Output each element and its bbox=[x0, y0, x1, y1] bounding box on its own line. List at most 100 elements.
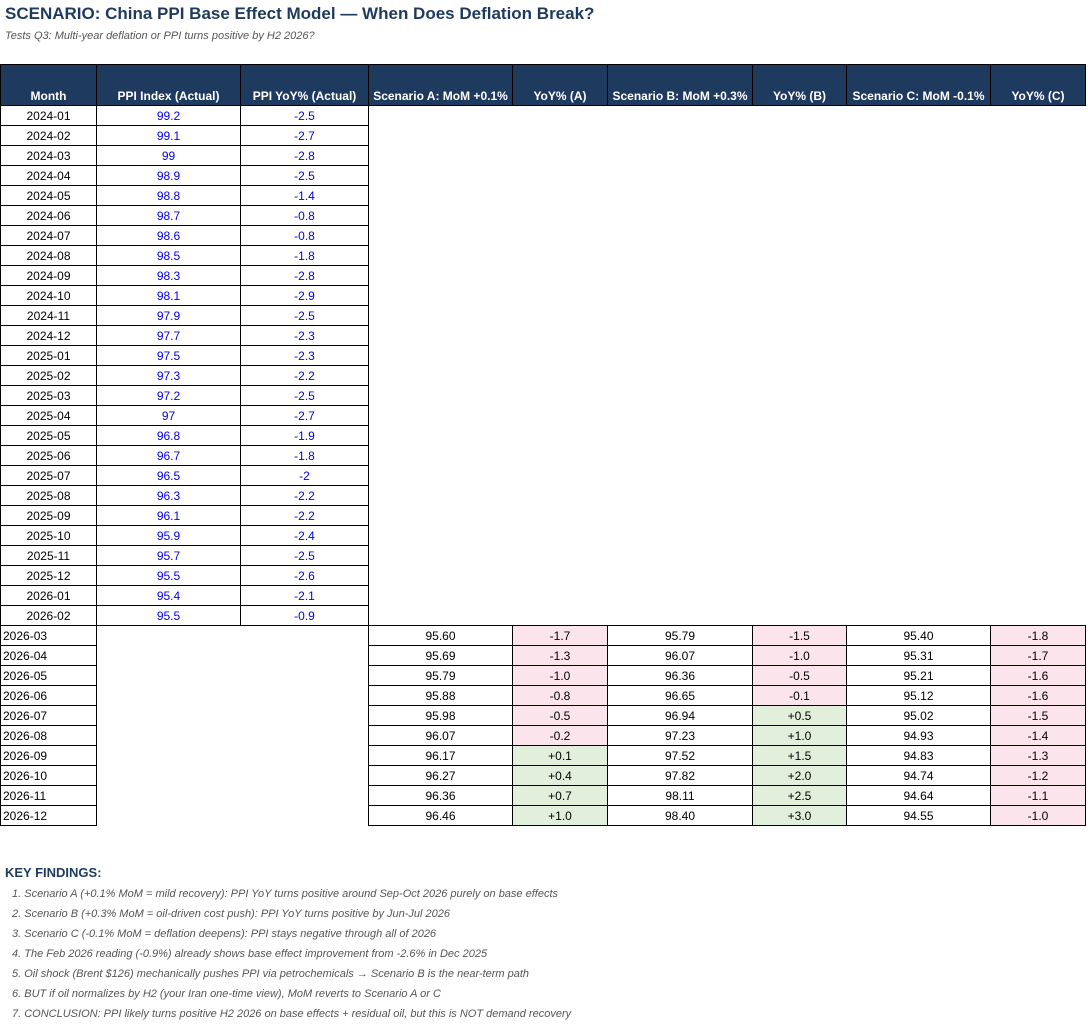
cell-ppi-index[interactable]: 97.7 bbox=[96, 325, 241, 346]
cell-yoy-b[interactable]: +3.0 bbox=[752, 805, 847, 826]
cell-ppi-yoy[interactable]: -2.5 bbox=[240, 165, 369, 186]
cell-ppi-yoy[interactable]: -2.3 bbox=[240, 325, 369, 346]
cell-scenario-c[interactable]: 95.02 bbox=[846, 705, 991, 726]
cell-ppi-index[interactable]: 95.9 bbox=[96, 525, 241, 546]
header-scenario-b[interactable]: Scenario B: MoM +0.3% bbox=[607, 64, 753, 106]
cell-ppi-yoy[interactable]: -2.5 bbox=[240, 545, 369, 566]
cell-month[interactable]: 2025-08 bbox=[0, 485, 97, 506]
cell-ppi-index[interactable]: 95.7 bbox=[96, 545, 241, 566]
cell-scenario-a[interactable]: 95.98 bbox=[368, 705, 513, 726]
cell-yoy-c[interactable]: -1.6 bbox=[990, 685, 1086, 706]
cell-scenario-b[interactable]: 98.11 bbox=[607, 785, 753, 806]
cell-scenario-b[interactable]: 97.52 bbox=[607, 745, 753, 766]
cell-ppi-index[interactable]: 95.5 bbox=[96, 605, 241, 626]
cell-month[interactable]: 2025-12 bbox=[0, 565, 97, 586]
cell-ppi-yoy[interactable]: -1.9 bbox=[240, 425, 369, 446]
cell-yoy-b[interactable]: -0.5 bbox=[752, 665, 847, 686]
cell-yoy-c[interactable]: -1.8 bbox=[990, 625, 1086, 646]
cell-month[interactable]: 2026-04 bbox=[0, 645, 97, 666]
cell-yoy-b[interactable]: +1.5 bbox=[752, 745, 847, 766]
header-yoy-c[interactable]: YoY% (C) bbox=[990, 64, 1086, 106]
cell-ppi-index[interactable]: 98.8 bbox=[96, 185, 241, 206]
header-scenario-a[interactable]: Scenario A: MoM +0.1% bbox=[368, 64, 513, 106]
cell-month[interactable]: 2026-01 bbox=[0, 585, 97, 606]
cell-month[interactable]: 2024-12 bbox=[0, 325, 97, 346]
cell-scenario-b[interactable]: 96.36 bbox=[607, 665, 753, 686]
cell-yoy-a[interactable]: +0.4 bbox=[512, 765, 608, 786]
cell-ppi-index[interactable]: 96.1 bbox=[96, 505, 241, 526]
cell-scenario-a[interactable]: 96.07 bbox=[368, 725, 513, 746]
cell-scenario-a[interactable]: 95.88 bbox=[368, 685, 513, 706]
cell-ppi-yoy[interactable]: -2.9 bbox=[240, 285, 369, 306]
cell-month[interactable]: 2026-03 bbox=[0, 625, 97, 646]
cell-ppi-index[interactable]: 95.5 bbox=[96, 565, 241, 586]
cell-yoy-b[interactable]: +2.0 bbox=[752, 765, 847, 786]
cell-ppi-index[interactable]: 97.2 bbox=[96, 385, 241, 406]
cell-yoy-c[interactable]: -1.1 bbox=[990, 785, 1086, 806]
cell-yoy-a[interactable]: -1.3 bbox=[512, 645, 608, 666]
cell-month[interactable]: 2025-09 bbox=[0, 505, 97, 526]
cell-ppi-index[interactable]: 97.9 bbox=[96, 305, 241, 326]
cell-ppi-index[interactable]: 96.5 bbox=[96, 465, 241, 486]
cell-ppi-yoy[interactable]: -2.2 bbox=[240, 485, 369, 506]
cell-ppi-index[interactable]: 98.9 bbox=[96, 165, 241, 186]
cell-month[interactable]: 2026-07 bbox=[0, 705, 97, 726]
cell-yoy-c[interactable]: -1.7 bbox=[990, 645, 1086, 666]
cell-ppi-index[interactable]: 97.3 bbox=[96, 365, 241, 386]
cell-ppi-yoy[interactable]: -1.4 bbox=[240, 185, 369, 206]
cell-month[interactable]: 2024-06 bbox=[0, 205, 97, 226]
cell-scenario-c[interactable]: 94.74 bbox=[846, 765, 991, 786]
cell-yoy-b[interactable]: -0.1 bbox=[752, 685, 847, 706]
cell-month[interactable]: 2024-02 bbox=[0, 125, 97, 146]
cell-month[interactable]: 2024-11 bbox=[0, 305, 97, 326]
cell-ppi-index[interactable]: 98.1 bbox=[96, 285, 241, 306]
cell-month[interactable]: 2024-01 bbox=[0, 105, 97, 126]
cell-ppi-yoy[interactable]: -2.3 bbox=[240, 345, 369, 366]
cell-ppi-yoy[interactable]: -2.2 bbox=[240, 505, 369, 526]
cell-scenario-a[interactable]: 95.60 bbox=[368, 625, 513, 646]
cell-scenario-a[interactable]: 96.46 bbox=[368, 805, 513, 826]
cell-yoy-a[interactable]: +1.0 bbox=[512, 805, 608, 826]
cell-scenario-a[interactable]: 96.17 bbox=[368, 745, 513, 766]
cell-yoy-c[interactable]: -1.6 bbox=[990, 665, 1086, 686]
cell-yoy-a[interactable]: -0.2 bbox=[512, 725, 608, 746]
cell-month[interactable]: 2026-11 bbox=[0, 785, 97, 806]
cell-month[interactable]: 2025-06 bbox=[0, 445, 97, 466]
cell-ppi-index[interactable]: 99.1 bbox=[96, 125, 241, 146]
cell-ppi-yoy[interactable]: -2.5 bbox=[240, 305, 369, 326]
cell-ppi-yoy[interactable]: -2.7 bbox=[240, 125, 369, 146]
cell-ppi-index[interactable]: 96.8 bbox=[96, 425, 241, 446]
cell-ppi-yoy[interactable]: -0.8 bbox=[240, 225, 369, 246]
cell-scenario-c[interactable]: 95.12 bbox=[846, 685, 991, 706]
cell-month[interactable]: 2026-02 bbox=[0, 605, 97, 626]
cell-ppi-index[interactable]: 98.6 bbox=[96, 225, 241, 246]
cell-yoy-a[interactable]: +0.1 bbox=[512, 745, 608, 766]
cell-scenario-b[interactable]: 96.94 bbox=[607, 705, 753, 726]
cell-scenario-c[interactable]: 94.83 bbox=[846, 745, 991, 766]
cell-scenario-c[interactable]: 95.40 bbox=[846, 625, 991, 646]
header-ppi-yoy[interactable]: PPI YoY% (Actual) bbox=[240, 64, 369, 106]
cell-month[interactable]: 2025-10 bbox=[0, 525, 97, 546]
cell-yoy-c[interactable]: -1.0 bbox=[990, 805, 1086, 826]
cell-yoy-a[interactable]: +0.7 bbox=[512, 785, 608, 806]
cell-scenario-a[interactable]: 95.69 bbox=[368, 645, 513, 666]
cell-month[interactable]: 2025-04 bbox=[0, 405, 97, 426]
cell-month[interactable]: 2025-03 bbox=[0, 385, 97, 406]
cell-scenario-b[interactable]: 96.07 bbox=[607, 645, 753, 666]
cell-ppi-yoy[interactable]: -0.8 bbox=[240, 205, 369, 226]
cell-yoy-a[interactable]: -1.0 bbox=[512, 665, 608, 686]
cell-ppi-yoy[interactable]: -2.7 bbox=[240, 405, 369, 426]
cell-scenario-c[interactable]: 95.21 bbox=[846, 665, 991, 686]
cell-month[interactable]: 2026-09 bbox=[0, 745, 97, 766]
cell-month[interactable]: 2026-12 bbox=[0, 805, 97, 826]
cell-month[interactable]: 2024-05 bbox=[0, 185, 97, 206]
cell-month[interactable]: 2026-10 bbox=[0, 765, 97, 786]
cell-month[interactable]: 2024-07 bbox=[0, 225, 97, 246]
cell-ppi-yoy[interactable]: -2.5 bbox=[240, 105, 369, 126]
cell-yoy-b[interactable]: +1.0 bbox=[752, 725, 847, 746]
cell-ppi-yoy[interactable]: -1.8 bbox=[240, 245, 369, 266]
cell-month[interactable]: 2025-01 bbox=[0, 345, 97, 366]
cell-yoy-b[interactable]: +0.5 bbox=[752, 705, 847, 726]
cell-ppi-yoy[interactable]: -2.4 bbox=[240, 525, 369, 546]
cell-month[interactable]: 2025-02 bbox=[0, 365, 97, 386]
